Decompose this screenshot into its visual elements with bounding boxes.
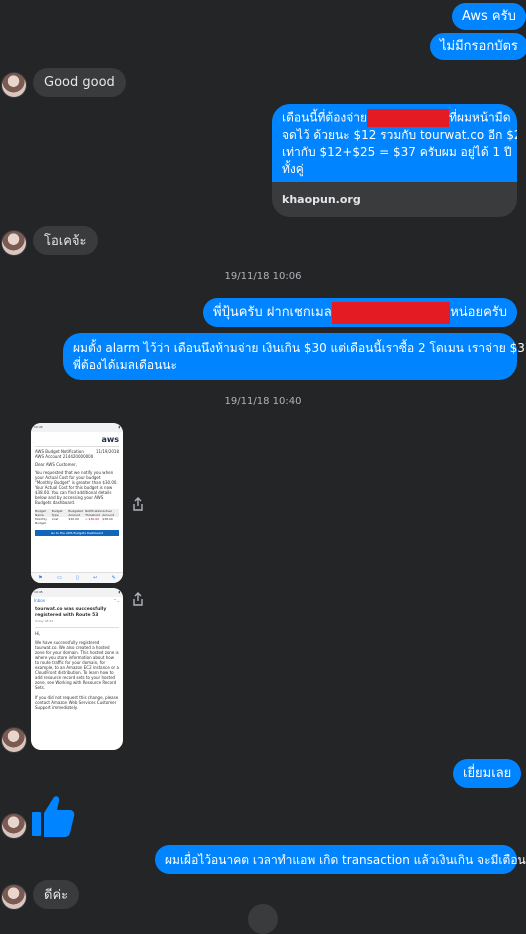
- outgoing-message[interactable]: เยี่ยมเลย: [453, 759, 522, 788]
- table-cell: $30.00: [68, 517, 86, 525]
- outgoing-message[interactable]: ผมตั้ง alarm ไว้ว่า เดือนนึงห้ามจ่าย เงิ…: [63, 333, 526, 380]
- outgoing-message[interactable]: พี่ปุ้นครับ ฝากเชกเมล หน่อยครับ: [203, 298, 517, 327]
- compose-icon: ✎: [111, 574, 116, 581]
- email-title: tourwat.co was successfully registered w…: [35, 607, 107, 618]
- back-link: Inbox: [34, 598, 45, 603]
- mail-toolbar: ⚑ ▭ ▯ ↩ ✎: [31, 572, 123, 583]
- table-cell: $38.00: [102, 517, 119, 525]
- folder-icon: ▭: [56, 574, 62, 581]
- avatar[interactable]: [2, 728, 26, 752]
- status-time: 10:45: [34, 425, 43, 429]
- link-domain[interactable]: khaopun.org: [272, 182, 517, 217]
- message-text: ไม่มีกรอกบัตร: [440, 38, 518, 54]
- battery-icon: ▮: [118, 590, 120, 594]
- avatar[interactable]: [2, 814, 26, 838]
- email-date: 11/19/2018: [95, 449, 119, 454]
- message-text: ที่ผมหน้ามืด: [449, 110, 511, 125]
- account-id: AWS Account 214420000000: [35, 454, 94, 459]
- message-text: จดไว้ ด้วยนะ $12 รวมกับ tourwat.co อีก $…: [282, 128, 517, 142]
- flag-icon: ⚑: [38, 574, 43, 581]
- email-body: You requested that we notify you when yo…: [35, 470, 118, 505]
- budget-table: Budget Name Budget Type Budgeted Amount …: [35, 509, 119, 525]
- email-body: We have successfully registered tourwat.…: [35, 640, 119, 690]
- scroll-down-button[interactable]: [248, 904, 278, 934]
- message-text: เยี่ยมเลย: [463, 765, 512, 781]
- outgoing-message[interactable]: ไม่มีกรอกบัตร: [430, 33, 526, 60]
- table-header: Budgeted Amount: [68, 509, 83, 517]
- message-text: เดือนนี้ที่ต้องจ่าย: [282, 110, 368, 125]
- table-header: Notification Threshold: [85, 509, 103, 517]
- message-text: ผมตั้ง alarm ไว้ว่า เดือนนึงห้ามจ่าย เงิ…: [73, 340, 526, 355]
- avatar[interactable]: [2, 73, 26, 97]
- table-header: Actual Amount: [102, 509, 115, 517]
- share-icon[interactable]: [127, 588, 149, 610]
- timestamp: 19/11/18 10:06: [224, 271, 302, 282]
- nav-arrows-icon: ⌃⌄: [113, 598, 120, 603]
- message-text: ผมเผื่อไว้อนาคต เวลาทำแอพ เกิด transacti…: [165, 852, 526, 867]
- status-time: 10:45: [34, 590, 43, 594]
- aws-logo: aws: [101, 435, 119, 444]
- message-text: ทั้งคู่: [282, 162, 304, 176]
- message-text: Good good: [44, 75, 115, 90]
- outgoing-message[interactable]: ผมเผื่อไว้อนาคต เวลาทำแอพ เกิด transacti…: [155, 845, 526, 874]
- redaction-box: [331, 301, 451, 324]
- link-message-text: เดือนนี้ที่ต้องจ่าย ที่ผมหน้ามืด จดไว้ ด้…: [272, 104, 517, 182]
- share-icon[interactable]: [127, 493, 149, 515]
- thumbs-up-icon[interactable]: [30, 793, 76, 839]
- message-text: พี่ต้องได้เมลเดือนนะ: [73, 357, 177, 372]
- link-domain-text: khaopun.org: [282, 193, 361, 206]
- table-header: Budget Name: [35, 509, 46, 517]
- reply-icon: ↩: [93, 574, 98, 581]
- table-cell: Monthly Budget: [35, 517, 52, 525]
- message-text: โอเคจ้ะ: [44, 234, 87, 249]
- avatar[interactable]: [2, 231, 26, 255]
- message-text: พี่ปุ้นครับ ฝากเชกเมล: [213, 304, 332, 320]
- message-text: Aws ครับ: [462, 8, 516, 24]
- email-date: Today 08:43: [35, 619, 54, 623]
- battery-icon: ▮: [118, 425, 120, 429]
- trash-icon: ▯: [76, 574, 79, 581]
- table-cell: Cost: [51, 517, 69, 525]
- timestamp: 19/11/18 10:40: [224, 396, 302, 407]
- redaction-box: [367, 109, 450, 127]
- outgoing-message[interactable]: Aws ครับ: [452, 3, 526, 30]
- incoming-message[interactable]: Good good: [33, 68, 126, 97]
- greeting: Dear AWS Customer,: [35, 462, 77, 467]
- table-header: Budget Type: [51, 509, 63, 517]
- email-footer: If you did not request this change, plea…: [35, 695, 119, 710]
- image-attachment[interactable]: 10:45 ▮ Inbox ⌃⌄ tourwat.co was successful…: [31, 588, 123, 750]
- message-text: ดีค่ะ: [44, 888, 69, 903]
- avatar[interactable]: [2, 885, 26, 909]
- greeting: Hi,: [35, 631, 41, 636]
- incoming-message[interactable]: โอเคจ้ะ: [33, 226, 98, 255]
- link-preview-card[interactable]: เดือนนี้ที่ต้องจ่าย ที่ผมหน้ามืด จดไว้ ด้…: [272, 104, 517, 217]
- table-cell: > $30.00: [85, 517, 103, 525]
- dashboard-button: Go to the AWS Budgets Dashboard: [35, 530, 119, 536]
- incoming-message[interactable]: ดีค่ะ: [33, 880, 80, 909]
- image-attachment[interactable]: 10:45 ▮ aws AWS Budget Notification 11/19…: [31, 423, 123, 583]
- message-text: เท่ากับ $12+$25 = $37 ครับผม อยู่ได้ 1 ป…: [282, 145, 512, 159]
- message-text: หน่อยครับ: [450, 304, 507, 320]
